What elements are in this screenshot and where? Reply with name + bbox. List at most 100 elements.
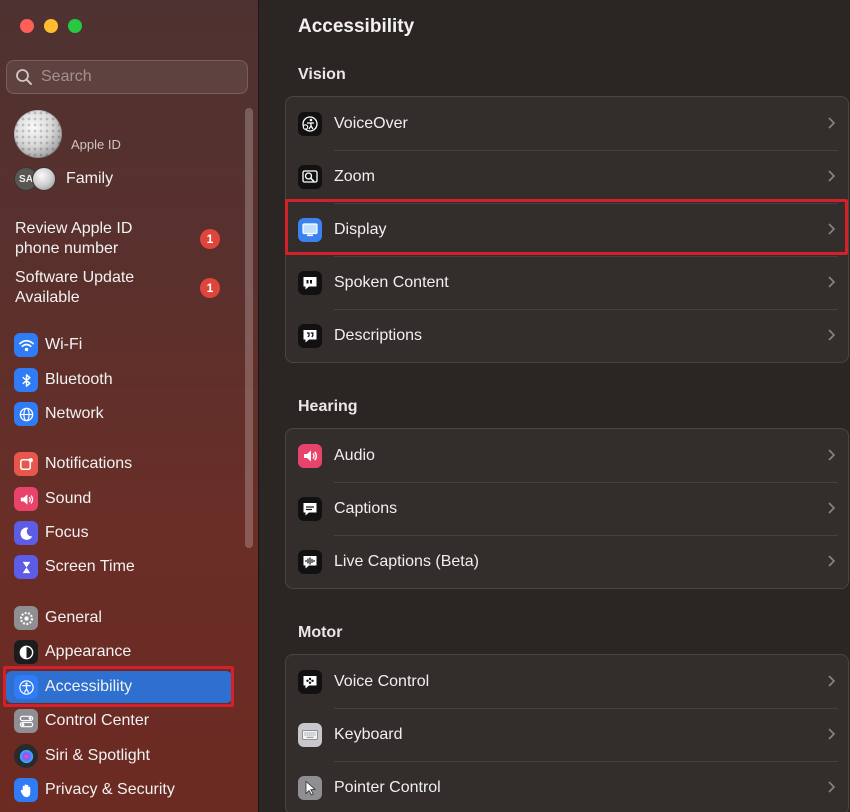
chevron-right-icon (828, 329, 836, 341)
sidebar-item-label: General (45, 609, 102, 626)
main-pane: Accessibility Vision VoiceOver Zoom Disp… (260, 0, 850, 812)
row-label: Zoom (334, 167, 375, 185)
sidebar-item-control-center[interactable]: Control Center (6, 705, 232, 737)
chevron-right-icon (828, 675, 836, 687)
sidebar-item-label: Network (45, 405, 104, 422)
sidebar-item-label: Wi-Fi (45, 336, 83, 353)
window-controls (20, 19, 82, 33)
sidebar-scrollbar[interactable] (245, 108, 253, 548)
row-label: VoiceOver (334, 114, 408, 132)
chevron-right-icon (828, 117, 836, 129)
gear-icon (14, 606, 38, 630)
notice-line: Available (15, 289, 80, 306)
chevron-right-icon (828, 728, 836, 740)
globe-icon (14, 402, 38, 426)
row-spoken-content[interactable]: Spoken Content (286, 256, 848, 309)
sidebar-item-general[interactable]: General (6, 602, 232, 634)
minimize-window-button[interactable] (44, 19, 58, 33)
sidebar-item-bluetooth[interactable]: Bluetooth (6, 364, 232, 396)
appearance-icon (14, 640, 38, 664)
family-label: Family (66, 170, 114, 187)
sidebar-item-notifications[interactable]: Notifications (6, 448, 232, 480)
notice-line: phone number (15, 240, 119, 257)
sidebar-item-sound[interactable]: Sound (6, 483, 232, 515)
close-window-button[interactable] (20, 19, 34, 33)
chevron-right-icon (828, 276, 836, 288)
control-center-icon (14, 709, 38, 733)
search-input[interactable] (41, 68, 241, 86)
voiceover-icon (298, 111, 322, 136)
row-label: Keyboard (334, 725, 403, 743)
wifi-icon (14, 333, 38, 357)
sidebar-item-label: Siri & Spotlight (45, 747, 150, 764)
captions-icon (298, 496, 322, 521)
sidebar-item-screen-time[interactable]: Screen Time (6, 551, 232, 583)
moon-icon (14, 521, 38, 545)
row-captions[interactable]: Captions (286, 482, 848, 535)
sidebar-item-privacy-security[interactable]: Privacy & Security (6, 774, 232, 806)
hand-icon (14, 778, 38, 802)
family-item[interactable]: SA Family (14, 167, 113, 191)
annotation-highlight-accessibility (3, 666, 234, 707)
speaker-icon (14, 487, 38, 511)
bluetooth-icon (14, 368, 38, 392)
sidebar-item-siri-spotlight[interactable]: Siri & Spotlight (6, 740, 232, 772)
pointer-control-icon (298, 775, 322, 800)
chevron-right-icon (828, 781, 836, 793)
row-label: Audio (334, 446, 375, 464)
row-label: Descriptions (334, 326, 423, 344)
notification-badge: 1 (200, 278, 220, 298)
review-apple-id-notice[interactable]: Review Apple ID phone number 1 (15, 219, 230, 259)
audio-icon (298, 443, 322, 468)
group-motor: Voice Control Keyboard Pointer Control (285, 654, 849, 812)
chevron-right-icon (828, 502, 836, 514)
zoom-icon (298, 164, 322, 189)
siri-icon (14, 744, 38, 768)
chevron-right-icon (828, 170, 836, 182)
sidebar-item-label: Notifications (45, 455, 133, 472)
row-audio[interactable]: Audio (286, 429, 848, 482)
sidebar-item-label: Bluetooth (45, 371, 113, 388)
row-descriptions[interactable]: Descriptions (286, 309, 848, 362)
sidebar-item-label: Control Center (45, 712, 150, 729)
row-zoom[interactable]: Zoom (286, 150, 848, 203)
avatar (14, 110, 62, 158)
sidebar-item-label: Focus (45, 524, 89, 541)
sidebar: Apple ID SA Family Review Apple ID phone… (0, 0, 259, 812)
sidebar-item-label: Screen Time (45, 558, 135, 575)
live-captions-icon (298, 549, 322, 574)
software-update-notice[interactable]: Software Update Available 1 (15, 268, 230, 308)
annotation-highlight-display (285, 199, 848, 255)
row-keyboard[interactable]: Keyboard (286, 708, 848, 761)
row-voice-control[interactable]: Voice Control (286, 655, 848, 708)
sidebar-item-appearance[interactable]: Appearance (6, 636, 232, 668)
chevron-right-icon (828, 449, 836, 461)
search-icon (16, 69, 32, 85)
section-title-hearing: Hearing (298, 398, 358, 415)
apple-id-item[interactable]: Apple ID (14, 110, 121, 158)
row-live-captions[interactable]: Live Captions (Beta) (286, 535, 848, 588)
row-label: Spoken Content (334, 273, 449, 291)
notice-line: Software Update (15, 269, 135, 286)
sidebar-item-wifi[interactable]: Wi-Fi (6, 329, 232, 361)
sidebar-item-label: Appearance (45, 643, 132, 660)
voice-control-icon (298, 669, 322, 694)
group-hearing: Audio Captions Live Captions (Beta) (285, 428, 849, 589)
apple-id-label: Apple ID (71, 137, 121, 152)
sidebar-item-network[interactable]: Network (6, 398, 232, 430)
row-label: Live Captions (Beta) (334, 552, 479, 570)
section-title-motor: Motor (298, 624, 343, 641)
row-label: Voice Control (334, 672, 430, 690)
sidebar-item-label: Privacy & Security (45, 781, 175, 798)
chevron-right-icon (828, 555, 836, 567)
bell-icon (14, 452, 38, 476)
descriptions-icon (298, 323, 322, 348)
row-pointer-control[interactable]: Pointer Control (286, 761, 848, 812)
notice-line: Review Apple ID (15, 220, 133, 237)
sidebar-item-label: Sound (45, 490, 92, 507)
zoom-window-button[interactable] (68, 19, 82, 33)
row-voiceover[interactable]: VoiceOver (286, 97, 848, 150)
search-field[interactable] (6, 60, 248, 94)
sidebar-item-focus[interactable]: Focus (6, 517, 232, 549)
row-label: Pointer Control (334, 778, 441, 796)
